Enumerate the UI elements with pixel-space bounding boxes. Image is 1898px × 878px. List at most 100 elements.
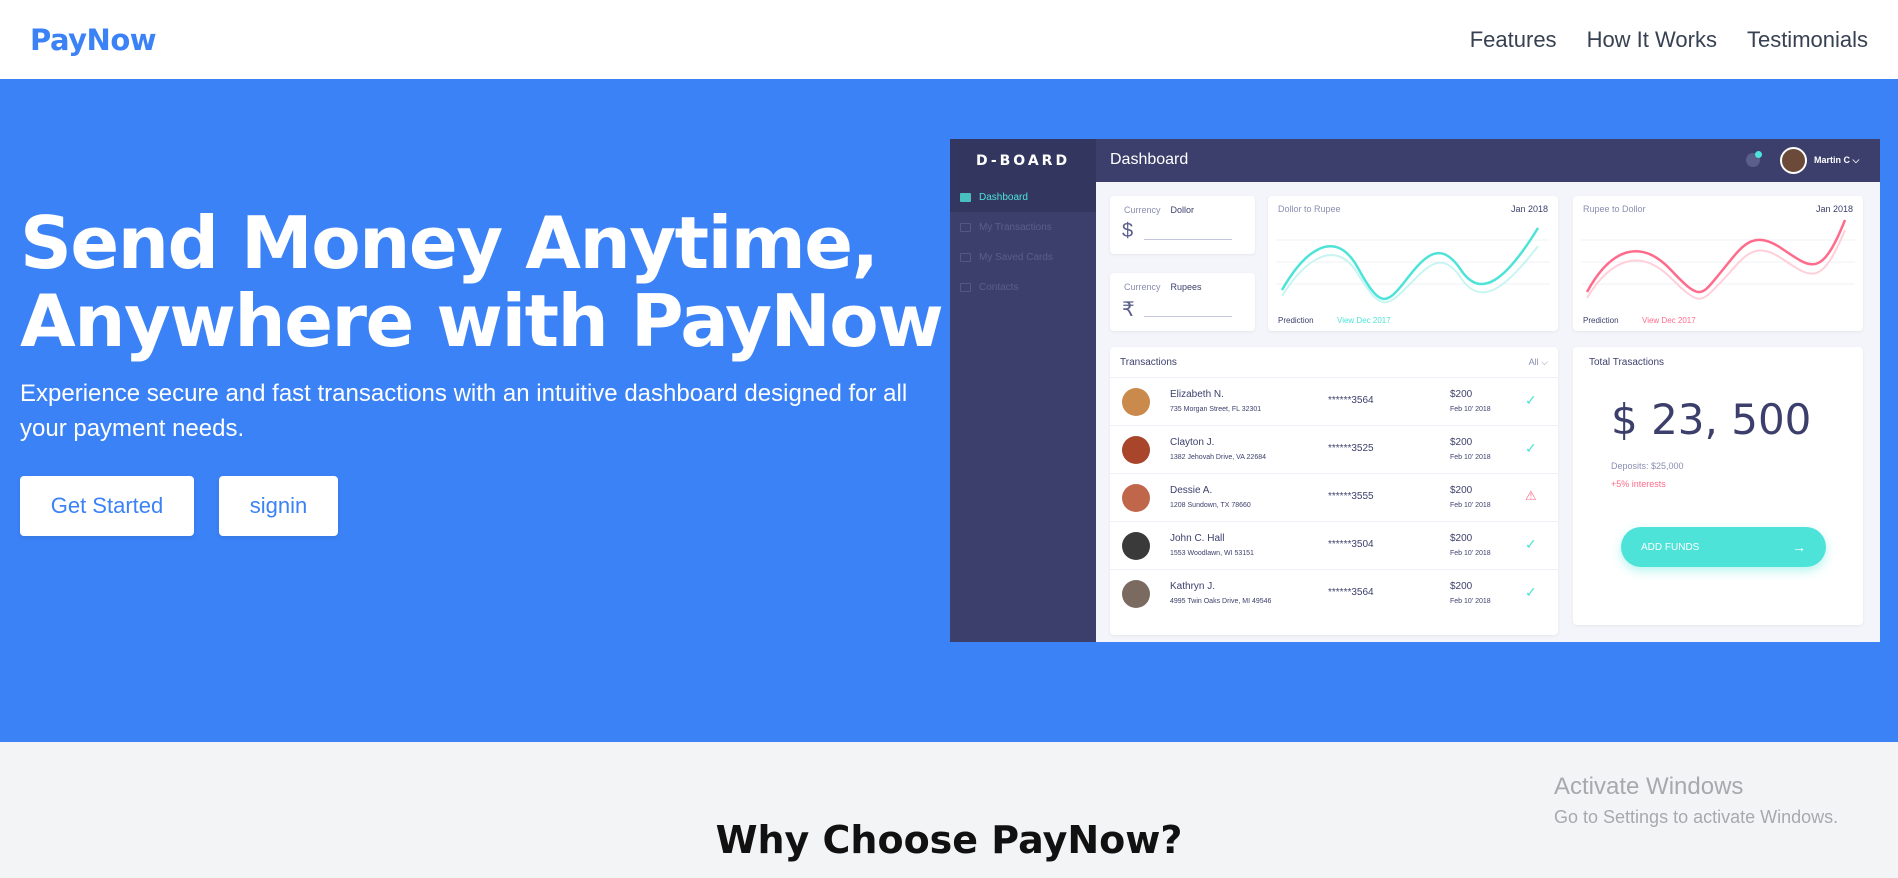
tx-card-number: ******3525 — [1328, 443, 1374, 454]
avatar — [1122, 436, 1150, 464]
add-funds-button: ADD FUNDS → — [1621, 527, 1826, 567]
brand-logo[interactable]: PayNow — [30, 23, 157, 57]
menu-label: My Saved Cards — [979, 251, 1053, 263]
tx-address: 1382 Jehovah Drive, VA 22684 — [1170, 454, 1266, 461]
total-deposits: Deposits: $25,000 — [1611, 461, 1684, 471]
chart-prediction-label: Prediction — [1278, 316, 1314, 325]
table-row: Kathryn J. 4995 Twin Oaks Drive, MI 4954… — [1110, 569, 1558, 617]
avatar — [1122, 388, 1150, 416]
menu-label: My Transactions — [979, 221, 1052, 233]
menu-label: Dashboard — [979, 191, 1028, 203]
contacts-icon — [960, 282, 971, 292]
tx-name: Elizabeth N. — [1170, 389, 1224, 400]
tx-address: 1208 Sundown, TX 78660 — [1170, 502, 1251, 509]
table-row: Elizabeth N. 735 Morgan Street, FL 32301… — [1110, 377, 1558, 425]
currency-input-line — [1144, 239, 1232, 240]
tx-date: Feb 10' 2018 — [1450, 598, 1491, 605]
card-icon — [960, 252, 971, 262]
dashboard-menu-item-contacts: Contacts — [950, 272, 1096, 302]
currency-value: Rupees — [1170, 282, 1202, 292]
warning-icon: ⚠ — [1525, 488, 1537, 503]
dashboard-preview-image: D-BOARD Dashboard My Transactions My Sav… — [950, 139, 1880, 642]
hero-subtitle: Experience secure and fast transactions … — [20, 380, 908, 442]
table-row: Clayton J. 1382 Jehovah Drive, VA 22684 … — [1110, 425, 1558, 473]
dashboard-topbar: Dashboard Martin C ⌵ — [1096, 139, 1880, 182]
menu-label: Contacts — [979, 281, 1019, 293]
get-started-button[interactable]: Get Started — [20, 476, 194, 536]
chart-prediction-label: Prediction — [1583, 316, 1619, 325]
tx-amount: $200 — [1450, 533, 1473, 544]
nav-link-how-it-works[interactable]: How It Works — [1587, 27, 1717, 53]
chart-title: Rupee to Dollor — [1583, 204, 1646, 214]
chart-title: Dollor to Rupee — [1278, 204, 1341, 214]
tx-card-number: ******3564 — [1328, 395, 1374, 406]
currency-value: Dollor — [1170, 205, 1195, 215]
chart-view-link: View Dec 2017 — [1642, 316, 1696, 325]
avatar — [1122, 580, 1150, 608]
transactions-card: Transactions All ⌵ Elizabeth N. 735 Morg… — [1110, 347, 1558, 635]
line-chart — [1581, 219, 1855, 300]
tx-date: Feb 10' 2018 — [1450, 454, 1491, 461]
dollar-icon: $ — [1122, 220, 1134, 242]
currency-card-dollar: Currency Dollor $ — [1110, 196, 1255, 254]
chart-view-link: View Dec 2017 — [1337, 316, 1391, 325]
rupee-icon: ₹ — [1122, 299, 1135, 321]
tx-amount: $200 — [1450, 581, 1473, 592]
tx-card-number: ******3504 — [1328, 539, 1374, 550]
dashboard-menu: Dashboard My Transactions My Saved Cards… — [950, 182, 1096, 302]
grid-icon — [960, 192, 971, 202]
currency-card-rupee: Currency Rupees ₹ — [1110, 273, 1255, 331]
dashboard-menu-item-cards: My Saved Cards — [950, 242, 1096, 272]
nav-link-features[interactable]: Features — [1470, 27, 1557, 53]
user-name: Martin C ⌵ — [1814, 155, 1860, 165]
tx-name: John C. Hall — [1170, 533, 1225, 544]
total-amount: $ 23, 500 — [1611, 395, 1812, 444]
notification-dot — [1755, 151, 1762, 158]
tx-address: 4995 Twin Oaks Drive, MI 49546 — [1170, 598, 1272, 605]
add-funds-label: ADD FUNDS — [1641, 541, 1700, 553]
avatar — [1122, 484, 1150, 512]
nav-link-testimonials[interactable]: Testimonials — [1747, 27, 1868, 53]
tx-date: Feb 10' 2018 — [1450, 406, 1491, 413]
list-icon — [960, 222, 971, 232]
transactions-title: Transactions — [1120, 357, 1177, 368]
check-icon: ✓ — [1525, 440, 1537, 456]
currency-label: Currency — [1124, 205, 1161, 215]
currency-input-line — [1144, 316, 1232, 317]
dashboard-title: Dashboard — [1110, 151, 1189, 168]
transactions-filter: All ⌵ — [1528, 357, 1548, 367]
line-chart — [1276, 227, 1550, 304]
table-row: John C. Hall 1553 Woodlawn, WI 53151 ***… — [1110, 521, 1558, 569]
check-icon: ✓ — [1525, 536, 1537, 552]
check-icon: ✓ — [1525, 584, 1537, 600]
top-navbar: PayNow Features How It Works Testimonial… — [0, 0, 1898, 79]
hero-title: Send Money Anytime, Anywhere with PayNow — [20, 204, 960, 360]
watermark-line-2: Go to Settings to activate Windows. — [1554, 807, 1839, 827]
total-transactions-card: Total Trasactions $ 23, 500 Deposits: $2… — [1573, 347, 1863, 625]
tx-card-number: ******3564 — [1328, 587, 1374, 598]
tx-date: Feb 10' 2018 — [1450, 550, 1491, 557]
table-row: Dessie A. 1208 Sundown, TX 78660 ******3… — [1110, 473, 1558, 521]
chart-card-dollar-to-rupee: Dollor to Rupee Jan 2018 Prediction View… — [1268, 196, 1558, 331]
activate-windows-watermark: Activate Windows Go to Settings to activ… — [1554, 773, 1838, 828]
dashboard-menu-item-transactions: My Transactions — [950, 212, 1096, 242]
tx-card-number: ******3555 — [1328, 491, 1374, 502]
avatar — [1122, 532, 1150, 560]
avatar — [1780, 147, 1807, 174]
currency-label: Currency — [1124, 282, 1161, 292]
chart-date: Jan 2018 — [1815, 204, 1853, 214]
tx-amount: $200 — [1450, 437, 1473, 448]
tx-name: Dessie A. — [1170, 485, 1213, 496]
signin-button[interactable]: signin — [219, 476, 338, 536]
tx-amount: $200 — [1450, 389, 1473, 400]
check-icon: ✓ — [1525, 392, 1537, 408]
tx-address: 1553 Woodlawn, WI 53151 — [1170, 550, 1254, 557]
total-interest: +5% interests — [1611, 479, 1666, 489]
total-title: Total Trasactions — [1589, 357, 1665, 368]
tx-date: Feb 10' 2018 — [1450, 502, 1491, 509]
dashboard-sidebar: D-BOARD Dashboard My Transactions My Sav… — [950, 139, 1096, 642]
tx-address: 735 Morgan Street, FL 32301 — [1170, 406, 1262, 413]
watermark-line-1: Activate Windows — [1554, 773, 1744, 800]
hero-section: Send Money Anytime, Anywhere with PayNow… — [0, 79, 1898, 742]
dashboard-logo: D-BOARD — [950, 139, 1096, 182]
